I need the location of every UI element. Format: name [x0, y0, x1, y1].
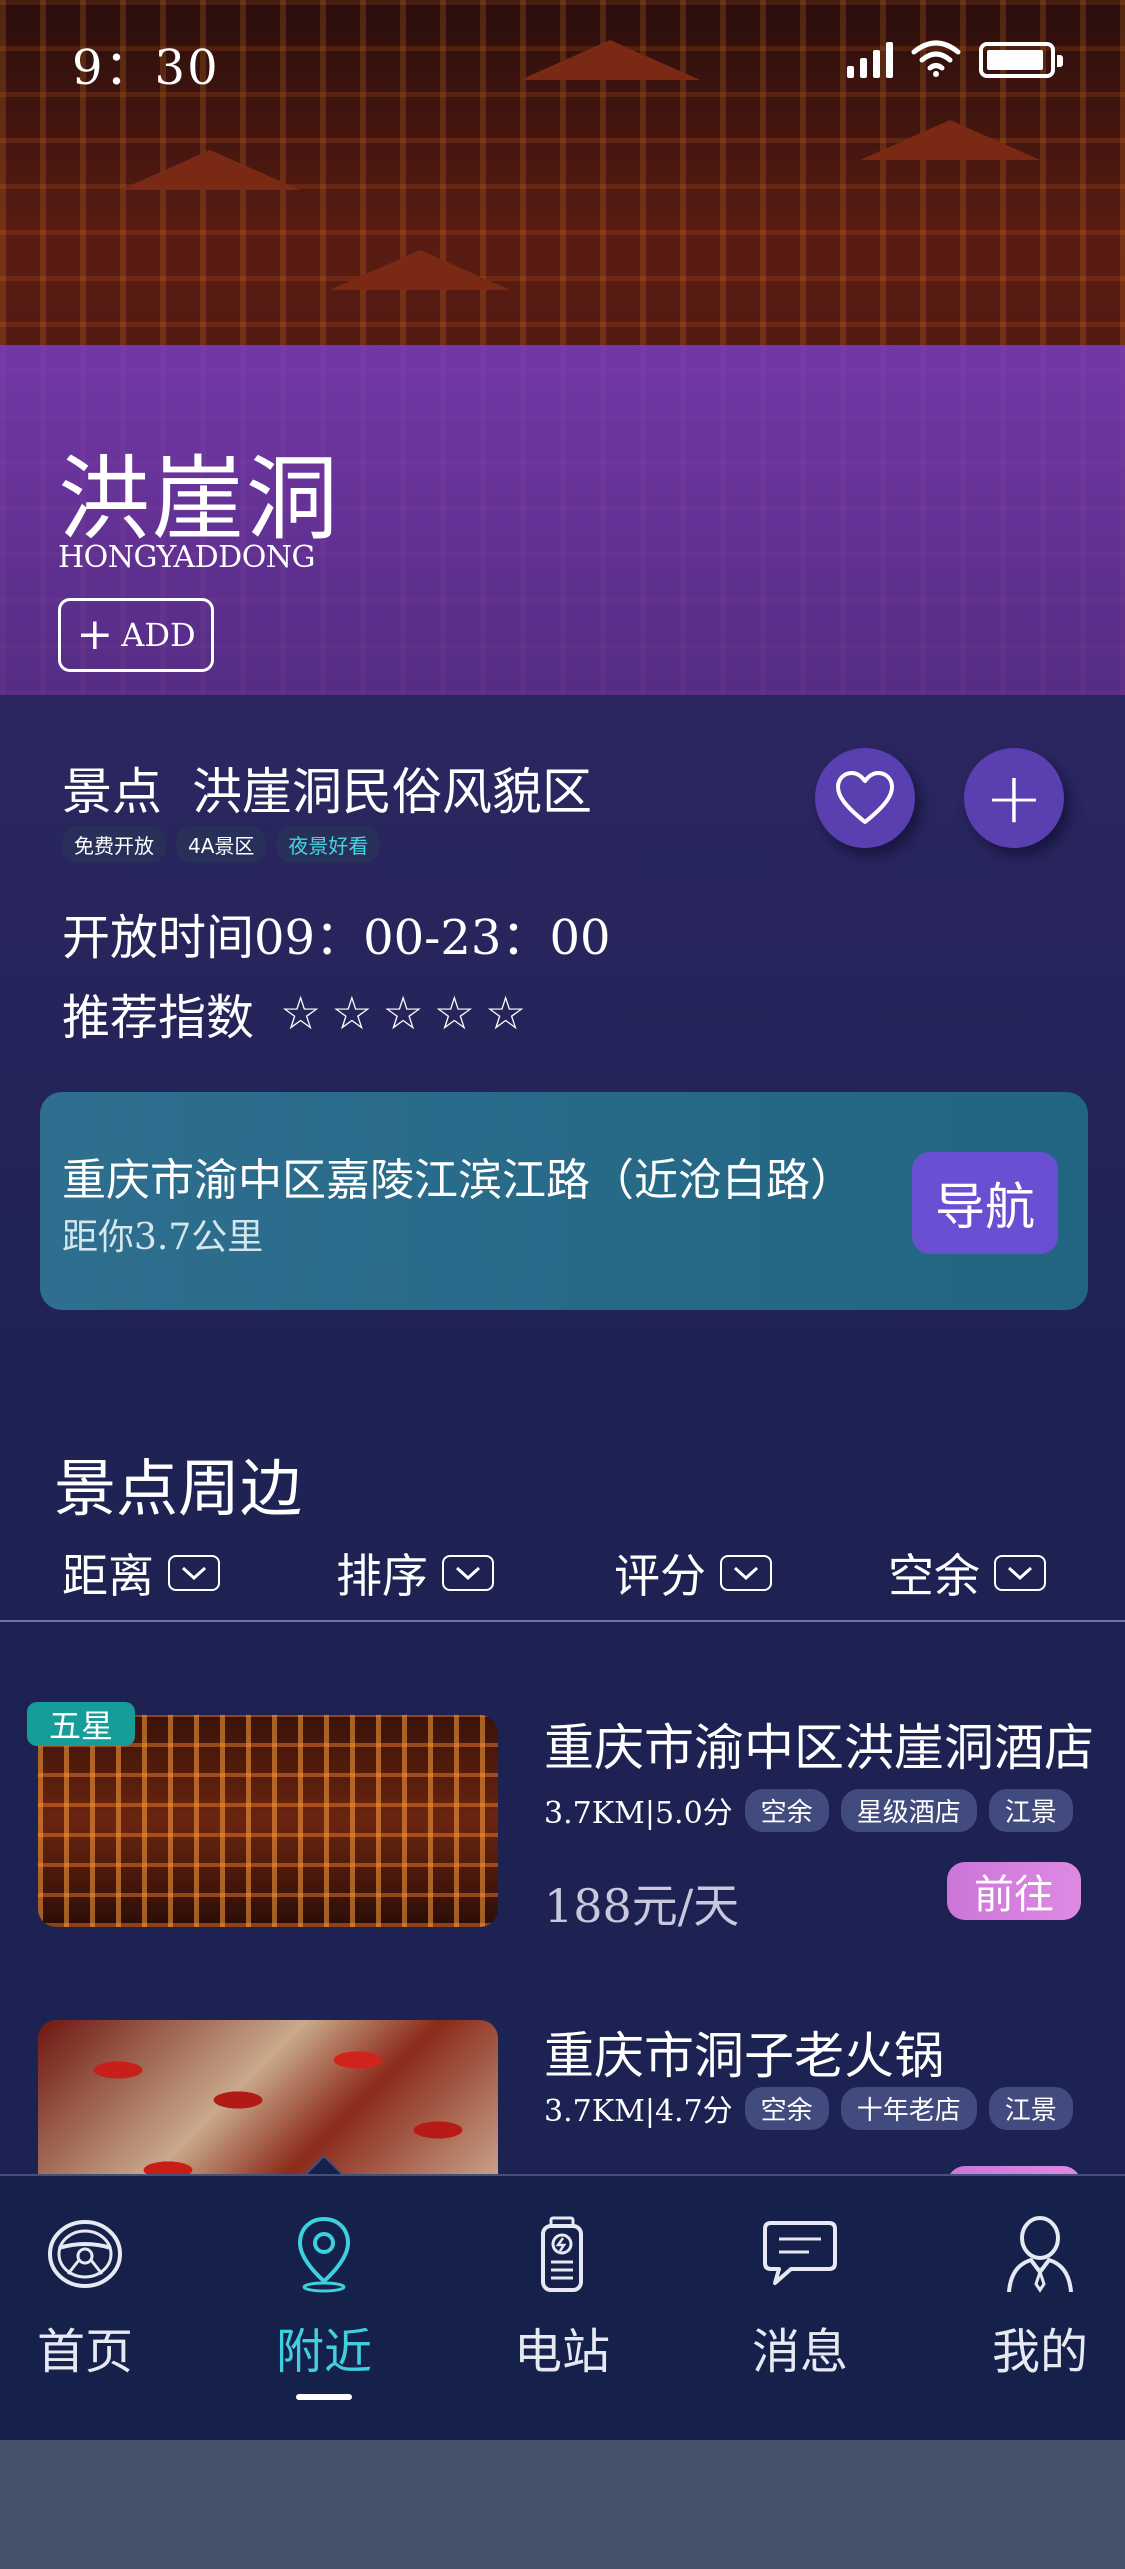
plus-icon: + — [76, 609, 114, 660]
tab-profile[interactable]: 我的 — [960, 2214, 1120, 2382]
filter-label: 评分 — [614, 1549, 706, 1603]
chip-available: 空余 — [744, 1788, 829, 1832]
location-pin-icon — [297, 2216, 351, 2293]
open-hours: 开放时间09：00-23：00 — [62, 898, 611, 968]
tag-night-view: 夜景好看 — [276, 826, 381, 863]
chevron-down-icon — [720, 1555, 772, 1591]
hotel-meta: 3.7KM|5.0分 空余 星级酒店 江景 — [544, 1788, 1073, 1832]
star-icon: ☆ — [485, 986, 527, 1040]
tab-messages[interactable]: 消息 — [720, 2214, 880, 2382]
hotel-name[interactable]: 重庆市渝中区洪崖洞酒店 — [544, 1708, 1094, 1780]
heart-icon — [836, 771, 894, 824]
add-plan-button[interactable]: + — [964, 748, 1064, 848]
star-icon: ☆ — [280, 986, 322, 1040]
hotel-price: 188元/天 — [544, 1879, 740, 1933]
star-level-badge: 五星 — [27, 1702, 135, 1746]
hotel-distance-score: 3.7KM|5.0分 — [544, 1796, 733, 1831]
add-button-label: ADD — [121, 616, 196, 654]
distance-prefix: 距你 — [62, 1217, 135, 1258]
star-icon: ☆ — [331, 986, 373, 1040]
star-icon: ☆ — [382, 986, 424, 1040]
chevron-down-icon — [168, 1555, 220, 1591]
status-time: 9：30 — [72, 40, 220, 96]
filter-bar: 距离 排序 评分 空余 — [0, 1540, 1125, 1620]
tab-label: 我的 — [991, 2324, 1088, 2380]
restaurant-meta: 3.7KM|4.7分 空余 十年老店 江景 — [544, 2086, 1073, 2130]
hero-banner: 9：30 洪崖洞 HONGYADDONG + ADD — [0, 0, 1125, 695]
attraction-type: 景点 — [62, 763, 162, 821]
tab-label: 电站 — [513, 2324, 610, 2380]
filter-rating[interactable]: 评分 — [614, 1540, 772, 1606]
tab-home[interactable]: 首页 — [5, 2214, 165, 2382]
go-button[interactable]: 前往 — [947, 1862, 1081, 1920]
tab-nearby[interactable]: 附近 — [244, 2214, 404, 2400]
tab-label: 消息 — [751, 2324, 848, 2380]
signal-icon — [847, 38, 893, 78]
user-icon — [1007, 2216, 1073, 2293]
attraction-name: 洪崖洞民俗风貌区 — [192, 763, 592, 821]
tag-level: 4A景区 — [176, 826, 267, 863]
app-screen: 9：30 洪崖洞 HONGYADDONG + ADD 景点 洪崖洞民俗风貌区 免… — [0, 0, 1125, 2440]
battery-station-icon — [541, 2216, 583, 2292]
attraction-tags: 免费开放 4A景区 夜景好看 — [62, 826, 381, 863]
distance-value: 3.7 — [134, 1217, 192, 1258]
filter-label: 空余 — [888, 1549, 980, 1603]
restaurant-distance-score: 3.7KM|4.7分 — [544, 2094, 733, 2129]
filter-label: 距离 — [62, 1549, 154, 1603]
page-title: 洪崖洞 — [58, 446, 341, 553]
chip-river-view: 江景 — [988, 1788, 1073, 1832]
recommend-rating: 推荐指数 ☆ ☆ ☆ ☆ ☆ — [62, 978, 526, 1048]
steering-wheel-icon — [48, 2220, 122, 2288]
page-subtitle: HONGYADDONG — [58, 540, 316, 575]
chip-available: 空余 — [744, 2086, 829, 2130]
divider — [0, 1620, 1125, 1622]
filter-sort[interactable]: 排序 — [336, 1540, 494, 1606]
filter-label: 排序 — [336, 1549, 428, 1603]
rating-label: 推荐指数 — [62, 990, 255, 1046]
restaurant-name[interactable]: 重庆市洞子老火锅 — [544, 2016, 944, 2088]
open-hours-value: 09：00-23：00 — [254, 910, 611, 966]
chip-old-shop: 十年老店 — [840, 2086, 977, 2130]
star-icon: ☆ — [433, 986, 476, 1040]
filter-distance[interactable]: 距离 — [62, 1540, 220, 1606]
distance-unit: 公里 — [191, 1217, 264, 1258]
wifi-icon — [911, 40, 961, 77]
nearby-section-title: 景点周边 — [54, 1452, 303, 1525]
tab-label: 首页 — [36, 2324, 133, 2380]
filter-availability[interactable]: 空余 — [888, 1540, 1046, 1606]
tab-label: 附近 — [275, 2324, 372, 2380]
open-hours-label: 开放时间 — [62, 910, 255, 966]
bottom-tab-bar: 首页 附近 电站 消息 我的 — [0, 2174, 1125, 2440]
chevron-down-icon — [442, 1555, 494, 1591]
plus-icon: + — [984, 757, 1044, 839]
tag-free: 免费开放 — [62, 826, 166, 863]
attraction-heading: 景点 洪崖洞民俗风貌区 — [62, 752, 592, 824]
tab-station[interactable]: 电站 — [482, 2214, 642, 2382]
address-card: 重庆市渝中区嘉陵江滨江路（近沧白路） 距你3.7公里 导航 — [40, 1092, 1088, 1310]
battery-icon — [979, 42, 1063, 78]
status-bar: 9：30 — [0, 0, 1125, 120]
chevron-down-icon — [994, 1555, 1046, 1591]
distance-text: 距你3.7公里 — [62, 1208, 263, 1260]
address-text: 重庆市渝中区嘉陵江滨江路（近沧白路） — [62, 1155, 854, 1206]
chip-star-hotel: 星级酒店 — [840, 1788, 977, 1832]
navigate-button[interactable]: 导航 — [912, 1152, 1058, 1254]
favorite-button[interactable] — [815, 748, 915, 848]
chip-river-view: 江景 — [988, 2086, 1073, 2130]
rating-stars: ☆ ☆ ☆ ☆ ☆ — [280, 990, 526, 1036]
message-icon — [763, 2221, 837, 2285]
add-button[interactable]: + ADD — [58, 598, 214, 672]
active-tab-indicator — [296, 2394, 352, 2400]
